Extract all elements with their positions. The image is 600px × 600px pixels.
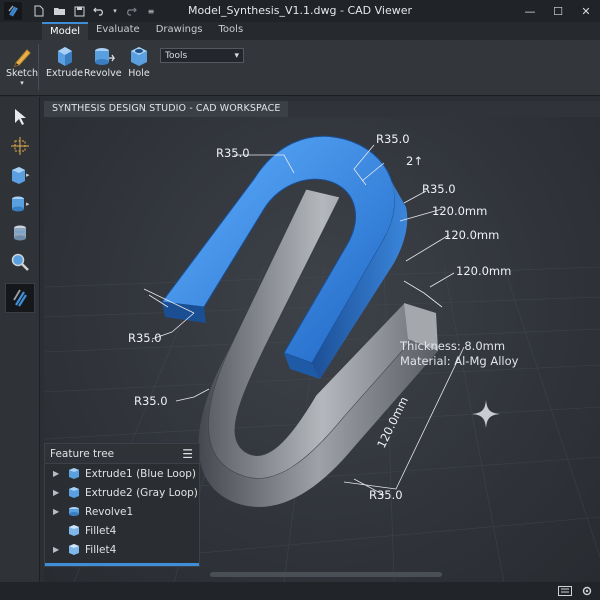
extrude-box-icon (69, 468, 79, 479)
quick-access-toolbar: ▾ ≡ (32, 4, 158, 18)
tab-drawings[interactable]: Drawings (148, 22, 211, 40)
feature-tree-scrollbar[interactable] (45, 563, 199, 566)
chevron-down-icon[interactable]: ▾ (112, 4, 118, 18)
save-icon[interactable] (72, 4, 86, 18)
move-transform-icon[interactable] (8, 134, 32, 158)
ribbon-panel: Sketch ▾ Extrude Revolve Hole Tools ▾ (0, 40, 600, 96)
feature-tree-item-label: Fillet4 (85, 524, 117, 537)
dimension-label: R35.0 (216, 146, 250, 160)
settings-icon[interactable] (580, 585, 594, 597)
left-toolbar: ▸ ▸ (0, 97, 40, 582)
extrude-box-icon (57, 47, 72, 66)
close-button[interactable]: ✕ (572, 0, 600, 22)
tab-tools[interactable]: Tools (211, 22, 252, 40)
dimension-label: 120.0mm (444, 228, 499, 242)
title-bar: ▾ ≡ Model_Synthesis_V1.1.dwg - CAD Viewe… (0, 0, 600, 22)
svg-text:▸: ▸ (26, 200, 30, 208)
keyboard-icon[interactable] (558, 585, 572, 597)
feature-tree-item-label: Fillet4 (85, 543, 117, 556)
redo-icon[interactable] (124, 4, 138, 18)
svg-text:▸: ▸ (26, 171, 30, 179)
dimension-label: 120.0mm (432, 204, 487, 218)
expand-arrow-icon[interactable]: ▶ (53, 507, 65, 516)
open-folder-icon[interactable] (52, 4, 66, 18)
tools-dropdown-value: Tools (165, 50, 188, 61)
chevron-down-icon: ▾ (20, 79, 24, 87)
minimize-button[interactable]: — (516, 0, 544, 22)
feature-tree-item-label: Extrude1 (Blue Loop) (85, 467, 197, 480)
undo-icon[interactable] (92, 4, 106, 18)
customize-icon[interactable]: ≡ (144, 4, 158, 18)
revolve-cylinder-icon[interactable]: ▸ (8, 192, 32, 216)
sketch-button[interactable]: Sketch ▾ (6, 44, 38, 87)
extrude-box-icon[interactable]: ▸ (8, 163, 32, 187)
fillet-icon (69, 525, 79, 536)
extrude-button[interactable]: Extrude (46, 44, 83, 79)
feature-tree-item[interactable]: ▶ Fillet4 (45, 540, 199, 559)
hole-button[interactable]: Hole (126, 44, 152, 79)
tab-evaluate[interactable]: Evaluate (88, 22, 148, 40)
feature-tree-item[interactable]: ▶ Extrude2 (Gray Loop) (45, 483, 199, 502)
dimension-label: R35.0 (134, 394, 168, 408)
model-info: Thickness: 8.0mm Material: Al-Mg Alloy (400, 339, 518, 369)
dimension-label: 2↑ (406, 154, 423, 168)
dimension-label: 120.0mm (456, 264, 511, 278)
viewport-horizontal-scrollbar[interactable] (210, 572, 442, 577)
cad-viewer-app: ▾ ≡ Model_Synthesis_V1.1.dwg - CAD Viewe… (0, 0, 600, 600)
chevron-down-icon: ▾ (234, 50, 239, 61)
fillet-icon (69, 544, 79, 555)
cylinder-icon[interactable] (8, 221, 32, 245)
ribbon-tabs: Model Evaluate Drawings Tools (0, 22, 600, 40)
select-arrow-icon[interactable] (8, 105, 32, 129)
feature-tree-item[interactable]: ▶ Revolve1 (45, 502, 199, 521)
tab-model[interactable]: Model (42, 22, 89, 40)
feature-tree-item-label: Extrude2 (Gray Loop) (85, 486, 198, 499)
zoom-icon[interactable] (8, 250, 32, 274)
feature-tree-title: Feature tree (50, 447, 115, 460)
pencil-icon (14, 49, 31, 67)
dimension-label: R35.0 (369, 488, 403, 502)
expand-arrow-icon[interactable]: ▶ (53, 488, 65, 497)
status-bar (0, 582, 600, 600)
feature-tree-header: Feature tree ☰ (45, 444, 199, 464)
maximize-button[interactable]: ☐ (544, 0, 572, 22)
material-text: Material: Al-Mg Alloy (400, 354, 519, 368)
hole-label: Hole (128, 68, 150, 79)
dimension-label: R35.0 (128, 331, 162, 345)
expand-arrow-icon[interactable]: ▶ (53, 545, 65, 554)
revolve-button[interactable]: Revolve (84, 44, 122, 79)
feature-tree-panel: Feature tree ☰ ▶ Extrude1 (Blue Loop) ▶ … (44, 443, 200, 567)
extrude-label: Extrude (46, 68, 84, 79)
hamburger-menu-icon[interactable]: ☰ (182, 447, 193, 461)
ribbon-separator (38, 44, 39, 90)
dimension-label: R35.0 (376, 132, 410, 146)
app-logo-icon[interactable] (5, 283, 35, 313)
new-file-icon[interactable] (32, 4, 46, 18)
window-controls: — ☐ ✕ (516, 0, 600, 22)
viewport-tab[interactable]: SYNTHESIS DESIGN STUDIO - CAD WORKSPACE (44, 101, 289, 117)
hole-icon (131, 47, 147, 66)
revolve-label: Revolve (84, 68, 122, 79)
app-logo-icon[interactable] (4, 2, 22, 20)
dimension-label: R35.0 (422, 182, 456, 196)
revolve-icon (69, 507, 79, 516)
sketch-label: Sketch (6, 68, 39, 79)
thickness-text: Thickness: 8.0mm (400, 339, 506, 353)
tools-dropdown[interactable]: Tools ▾ (160, 48, 244, 63)
sparkle-icon[interactable] (470, 398, 502, 430)
feature-tree-item-label: Revolve1 (85, 505, 134, 518)
extrude-box-icon (69, 487, 79, 498)
expand-arrow-icon[interactable]: ▶ (53, 469, 65, 478)
feature-tree-item[interactable]: ▶ Extrude1 (Blue Loop) (45, 464, 199, 483)
revolve-icon (94, 48, 115, 65)
feature-tree-item[interactable]: Fillet4 (45, 521, 199, 540)
